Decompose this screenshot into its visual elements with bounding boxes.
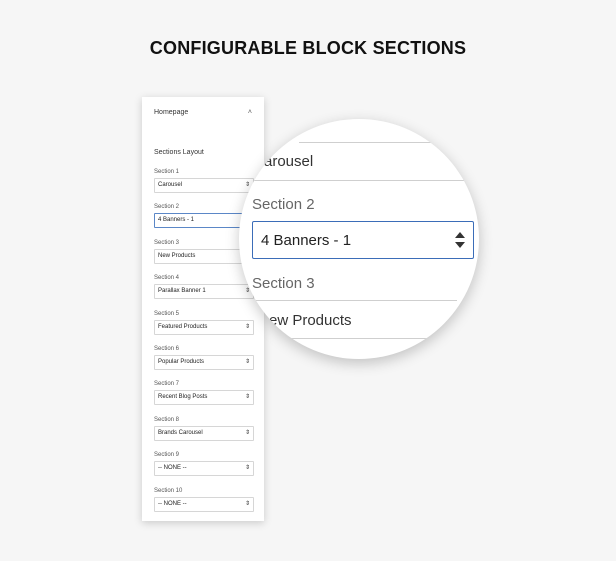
chevron-up-icon[interactable]: ˄ xyxy=(248,109,252,116)
section-6-select[interactable]: Popular Products ⇕ xyxy=(154,354,254,370)
select-arrows-icon: ⇕ xyxy=(244,465,250,472)
select-value: New Products xyxy=(158,252,196,259)
section-5-select[interactable]: Featured Products ⇕ xyxy=(154,319,254,335)
select-arrows-icon: ⇕ xyxy=(244,323,250,330)
divider xyxy=(252,180,474,181)
zoom-section-2-select[interactable]: 4 Banners - 1 xyxy=(252,221,474,259)
select-value: -- NONE -- xyxy=(158,500,187,507)
section-4-select[interactable]: Parallax Banner 1 ⇕ xyxy=(154,284,254,300)
section-label: Section 2 xyxy=(154,204,180,211)
select-value: Featured Products xyxy=(158,323,208,330)
select-value: Carousel xyxy=(158,182,183,188)
zoom-section-3-label: Section 3 xyxy=(252,275,315,292)
magnifier-zoom: arousel Section 2 4 Banners - 1 Section … xyxy=(239,119,479,359)
divider xyxy=(299,142,459,143)
section-8: Section 8 Brands Carousel ⇕ xyxy=(154,416,254,451)
sections-layout-label: Sections Layout xyxy=(154,149,204,156)
divider xyxy=(284,338,434,339)
zoom-section-2-label: Section 2 xyxy=(252,196,315,213)
divider xyxy=(252,300,457,301)
zoom-section-1-value: arousel xyxy=(264,153,314,170)
select-value: Parallax Banner 1 xyxy=(158,288,206,295)
section-label: Section 10 xyxy=(154,487,183,494)
section-label: Section 1 xyxy=(154,169,180,175)
section-label: Section 8 xyxy=(154,416,180,423)
section-9-select[interactable]: -- NONE -- ⇕ xyxy=(154,461,254,477)
select-arrows-icon: ⇕ xyxy=(244,394,250,401)
section-10-select[interactable]: -- NONE -- ⇕ xyxy=(154,496,254,512)
select-value: Recent Blog Posts xyxy=(158,394,208,401)
section-label: Section 7 xyxy=(154,381,180,388)
section-7: Section 7 Recent Blog Posts ⇕ xyxy=(154,380,254,415)
panel-header[interactable]: Homepage ˄ xyxy=(154,105,252,119)
select-arrows-icon: ⇕ xyxy=(244,500,250,507)
section-label: Section 5 xyxy=(154,310,180,317)
section-6: Section 6 Popular Products ⇕ xyxy=(154,345,254,380)
page-headline: CONFIGURABLE BLOCK SECTIONS xyxy=(149,38,467,58)
settings-panel: Homepage ˄ Sections Layout Section 1 Car… xyxy=(142,97,264,521)
panel-title: Homepage xyxy=(154,108,189,116)
section-label: Section 4 xyxy=(154,275,180,282)
select-arrows-icon: ⇕ xyxy=(244,429,250,436)
section-list: Section 1 Carousel ⇕ Section 2 4 Banners… xyxy=(154,168,254,521)
section-4: Section 4 Parallax Banner 1 ⇕ xyxy=(154,274,254,309)
select-arrows-icon: ⇕ xyxy=(244,358,250,365)
section-label: Section 6 xyxy=(154,345,180,352)
section-5: Section 5 Featured Products ⇕ xyxy=(154,310,254,345)
section-7-select[interactable]: Recent Blog Posts ⇕ xyxy=(154,390,254,406)
section-1-select[interactable]: Carousel ⇕ xyxy=(154,178,254,193)
select-value: -- NONE -- xyxy=(158,465,187,472)
select-value: 4 Banners - 1 xyxy=(158,217,195,224)
section-label: Section 9 xyxy=(154,452,180,459)
section-10: Section 10 -- NONE -- ⇕ xyxy=(154,487,254,521)
section-9: Section 9 -- NONE -- ⇕ xyxy=(154,451,254,486)
section-1: Section 1 Carousel ⇕ xyxy=(154,168,254,203)
select-value: Popular Products xyxy=(158,358,205,365)
zoom-section-3-value: ew Products xyxy=(269,312,352,329)
arrow-up-icon xyxy=(455,232,465,238)
zoom-select-value: 4 Banners - 1 xyxy=(261,232,352,249)
arrow-down-icon xyxy=(455,242,465,248)
select-value: Brands Carousel xyxy=(158,429,203,436)
section-8-select[interactable]: Brands Carousel ⇕ xyxy=(154,425,254,441)
